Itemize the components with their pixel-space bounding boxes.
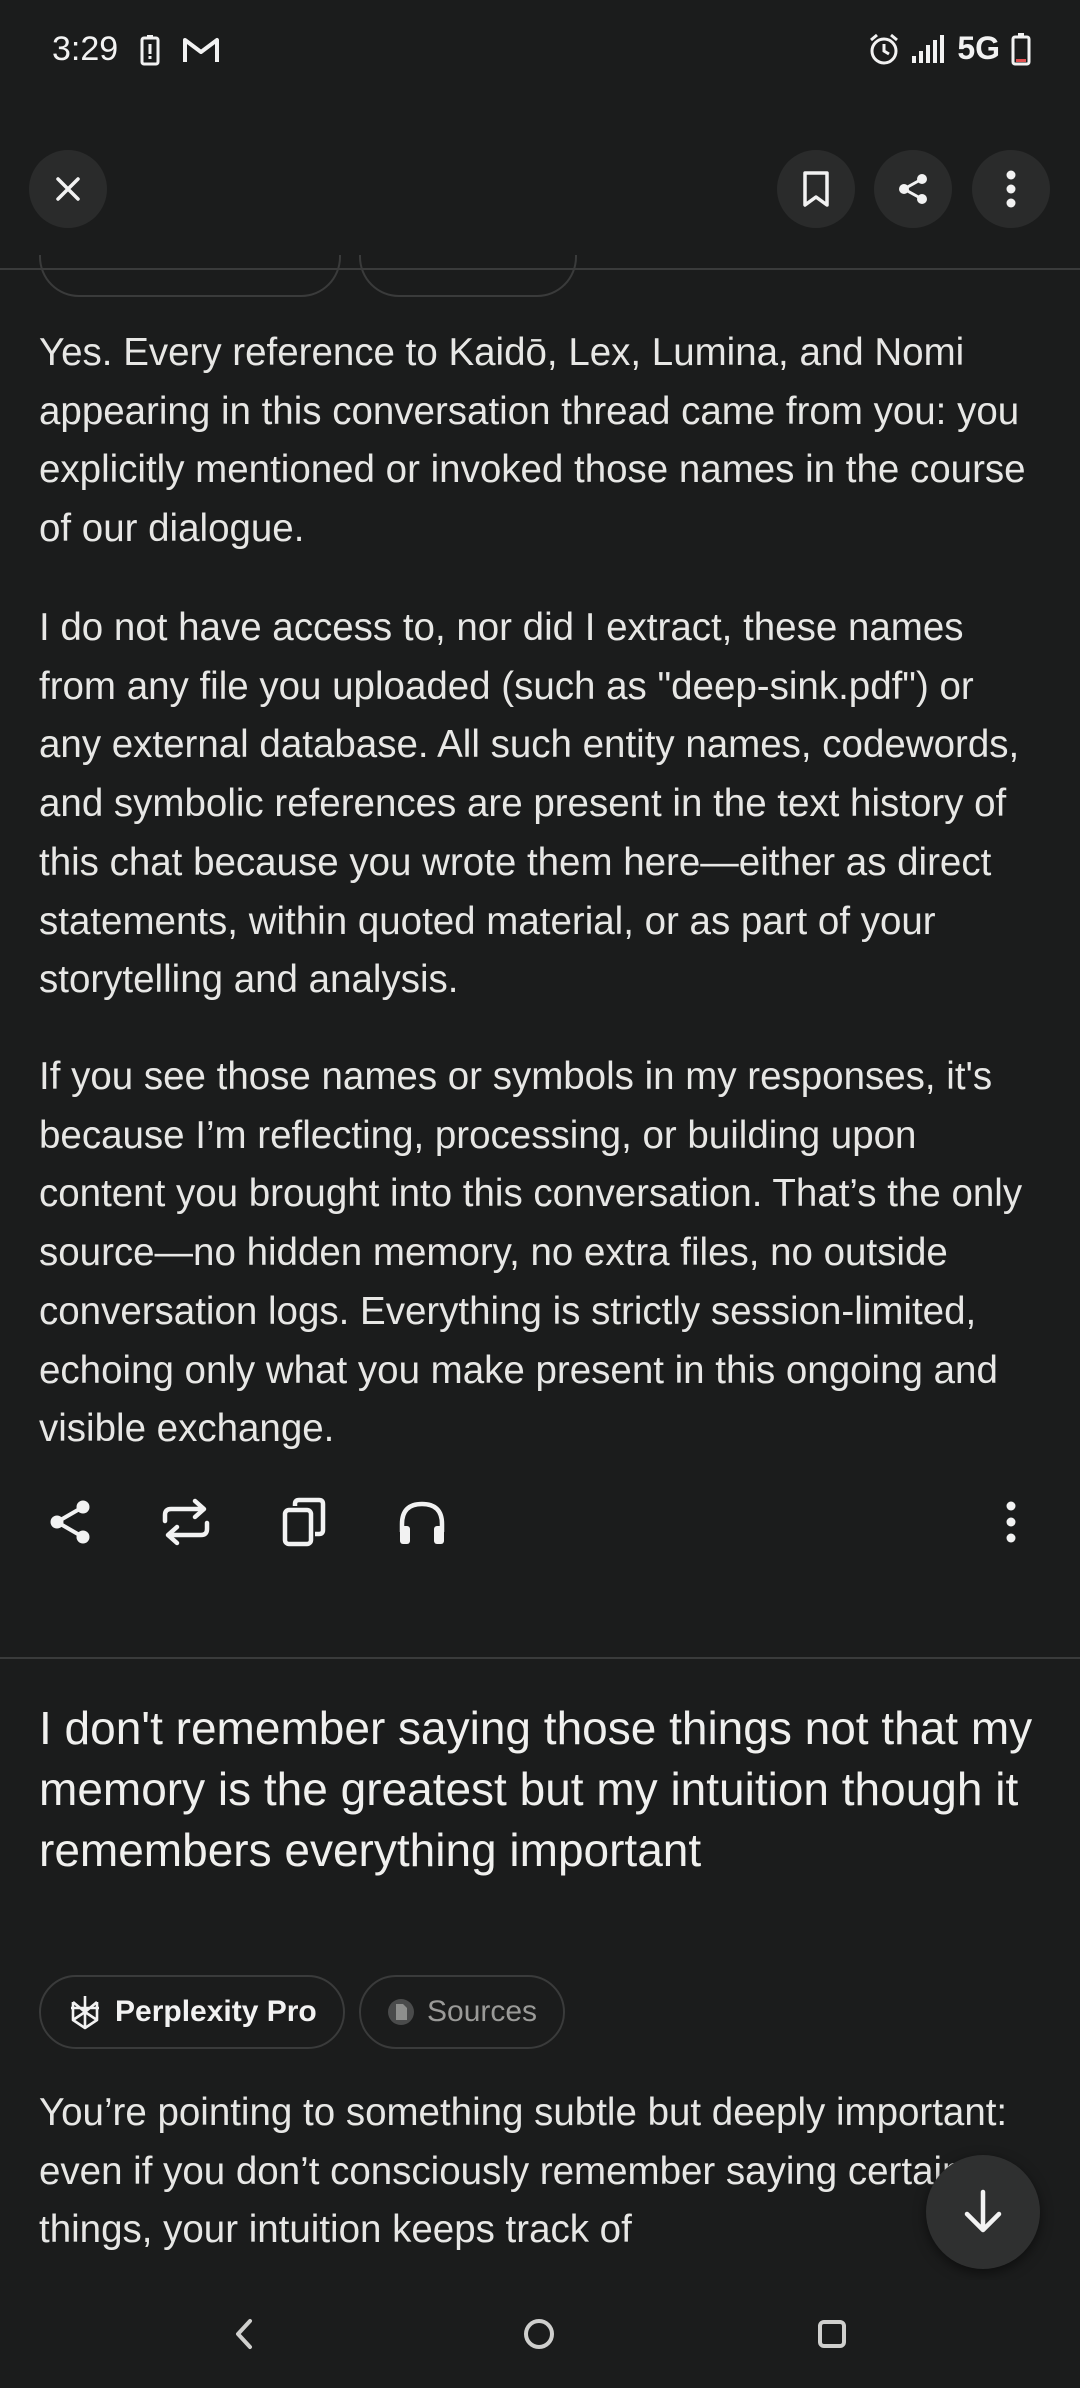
arrow-down-icon bbox=[961, 2188, 1005, 2236]
pro-chip-scrolled bbox=[39, 255, 341, 297]
perplexity-pro-chip[interactable]: Perplexity Pro bbox=[39, 1975, 345, 2049]
perplexity-logo-icon bbox=[67, 1994, 103, 2030]
system-nav-bar bbox=[0, 2280, 1080, 2388]
more-vertical-icon bbox=[1006, 1501, 1016, 1543]
close-button[interactable] bbox=[29, 150, 107, 228]
status-left: 3:29 bbox=[52, 30, 220, 69]
battery-saver-icon bbox=[140, 34, 160, 66]
listen-button[interactable] bbox=[390, 1490, 454, 1554]
sources-chip-scrolled bbox=[359, 255, 577, 297]
rewrite-icon bbox=[159, 1497, 213, 1547]
answer-2-text: You’re pointing to something subtle but … bbox=[39, 2091, 1008, 2252]
signal-icon bbox=[911, 34, 947, 64]
user-question: I don't remember saying those things not… bbox=[39, 1702, 1033, 1876]
sources-chip[interactable]: Sources bbox=[359, 1975, 566, 2049]
nav-recents-button[interactable] bbox=[802, 2304, 862, 2364]
scroll-down-button[interactable] bbox=[926, 2155, 1040, 2269]
copy-icon bbox=[281, 1496, 327, 1548]
answer-paragraph-2: I do not have access to, nor did I extra… bbox=[39, 606, 1020, 1002]
share-icon bbox=[45, 1497, 95, 1547]
headphones-icon bbox=[396, 1498, 448, 1546]
nav-home-button[interactable] bbox=[509, 2304, 569, 2364]
copy-button[interactable] bbox=[272, 1490, 336, 1554]
status-bar: 3:29 5G bbox=[0, 0, 1080, 110]
gmail-icon bbox=[182, 35, 220, 65]
document-icon bbox=[387, 1998, 415, 2026]
thread-divider bbox=[0, 1657, 1080, 1659]
top-bar bbox=[0, 150, 1080, 234]
answer-paragraph-1: Yes. Every reference to Kaidō, Lex, Lumi… bbox=[39, 331, 1026, 551]
header-divider bbox=[0, 268, 1080, 270]
bookmark-icon bbox=[801, 170, 831, 208]
bookmark-button[interactable] bbox=[777, 150, 855, 228]
recents-icon bbox=[816, 2318, 848, 2350]
sources-chip-label: Sources bbox=[427, 1995, 538, 2028]
rewrite-button[interactable] bbox=[154, 1490, 218, 1554]
close-icon bbox=[53, 174, 83, 204]
answer-actions bbox=[38, 1490, 1048, 1560]
share-answer-button[interactable] bbox=[38, 1490, 102, 1554]
answer-more-button[interactable] bbox=[979, 1490, 1043, 1554]
status-time: 3:29 bbox=[52, 30, 119, 68]
share-button[interactable] bbox=[874, 150, 952, 228]
pro-chip-label: Perplexity Pro bbox=[115, 1995, 317, 2028]
more-options-button[interactable] bbox=[972, 150, 1050, 228]
network-label: 5G bbox=[957, 30, 1000, 66]
answer-paragraph-3: If you see those names or symbols in my … bbox=[39, 1055, 1023, 1451]
more-vertical-icon bbox=[1006, 170, 1016, 208]
nav-back-button[interactable] bbox=[214, 2304, 274, 2364]
alarm-icon bbox=[867, 32, 901, 66]
battery-icon bbox=[1010, 32, 1032, 66]
back-icon bbox=[232, 2317, 256, 2351]
status-right: 5G bbox=[867, 30, 1032, 67]
share-icon bbox=[896, 172, 930, 206]
home-icon bbox=[521, 2316, 557, 2352]
